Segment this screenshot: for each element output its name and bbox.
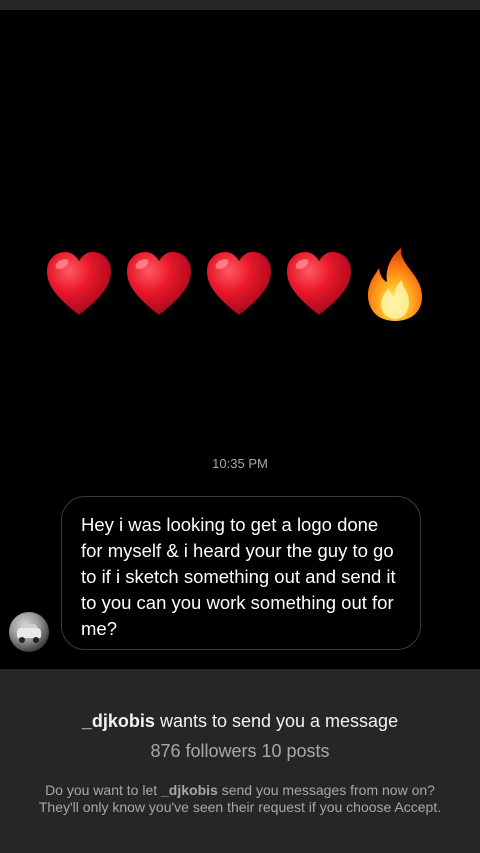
emoji-message[interactable]	[44, 245, 426, 323]
fire-icon	[368, 248, 422, 321]
request-username[interactable]: _djkobis	[82, 711, 155, 731]
message-timestamp: 10:35 PM	[212, 456, 268, 471]
heart-icon	[47, 252, 111, 315]
message-text: Hey i was looking to get a logo done for…	[81, 514, 396, 639]
status-bar-strip	[0, 0, 480, 10]
request-info-text: Do you want to let _djkobis send you mes…	[30, 782, 450, 816]
request-title-suffix: wants to send you a message	[154, 711, 399, 731]
message-request-panel: _djkobis wants to send you a message 876…	[0, 669, 480, 853]
request-profile-stats: 876 followers 10 posts	[150, 741, 330, 761]
sender-avatar[interactable]	[9, 612, 49, 652]
request-info-username: _djkobis	[161, 782, 218, 798]
request-info-prefix: Do you want to let	[45, 782, 162, 798]
message-bubble[interactable]: Hey i was looking to get a logo done for…	[61, 496, 421, 650]
heart-icon	[207, 252, 271, 315]
heart-icon	[127, 252, 191, 315]
heart-icon	[287, 252, 351, 315]
request-title: _djkobis wants to send you a message	[0, 711, 480, 732]
